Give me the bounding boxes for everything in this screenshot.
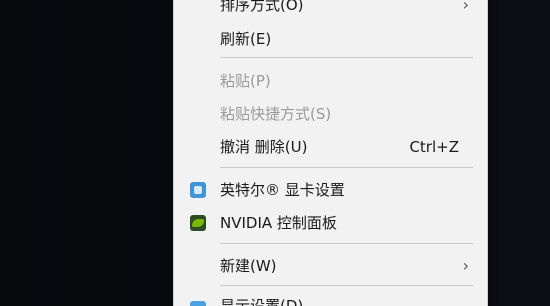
menu-item-paste-shortcut[interactable]: 粘贴快捷方式(S) (174, 99, 487, 129)
nvidia-icon (190, 215, 206, 231)
chevron-right-icon: › (462, 0, 469, 14)
menu-item-paste[interactable]: 粘贴(P) (174, 66, 487, 96)
menu-item-undo-delete[interactable]: 撤消 删除(U) Ctrl+Z (174, 132, 487, 162)
chevron-right-icon: › (462, 256, 469, 275)
menu-item-intel-graphics-settings[interactable]: 英特尔® 显卡设置 (174, 175, 487, 205)
menu-item-label: 排序方式(O) (220, 0, 304, 14)
intel-graphics-icon (190, 182, 206, 198)
desktop-background: 排序方式(O) › 刷新(E) 粘贴(P) 粘贴快捷方式(S) 撤消 删除(U)… (0, 0, 550, 306)
menu-separator (220, 243, 473, 244)
menu-item-sort-by[interactable]: 排序方式(O) › (174, 0, 487, 20)
menu-item-nvidia-control-panel[interactable]: NVIDIA 控制面板 (174, 208, 487, 238)
menu-separator (220, 167, 473, 168)
menu-item-new[interactable]: 新建(W) › (174, 251, 487, 281)
menu-item-label: 英特尔® 显卡设置 (220, 181, 345, 199)
menu-item-refresh[interactable]: 刷新(E) (174, 24, 487, 54)
menu-item-label: 刷新(E) (220, 30, 272, 48)
menu-item-display-settings[interactable]: 显示设置(D) (174, 291, 487, 306)
menu-separator (220, 57, 473, 58)
menu-item-label: NVIDIA 控制面板 (220, 214, 337, 232)
menu-item-label: 粘贴(P) (220, 72, 271, 90)
menu-item-shortcut: Ctrl+Z (409, 138, 459, 156)
menu-separator (220, 285, 473, 286)
menu-item-label: 显示设置(D) (220, 297, 304, 306)
menu-item-label: 撤消 删除(U) (220, 138, 308, 156)
display-settings-icon (190, 301, 206, 306)
menu-item-label: 新建(W) (220, 257, 277, 275)
menu-item-label: 粘贴快捷方式(S) (220, 105, 332, 123)
context-menu: 排序方式(O) › 刷新(E) 粘贴(P) 粘贴快捷方式(S) 撤消 删除(U)… (173, 0, 488, 306)
